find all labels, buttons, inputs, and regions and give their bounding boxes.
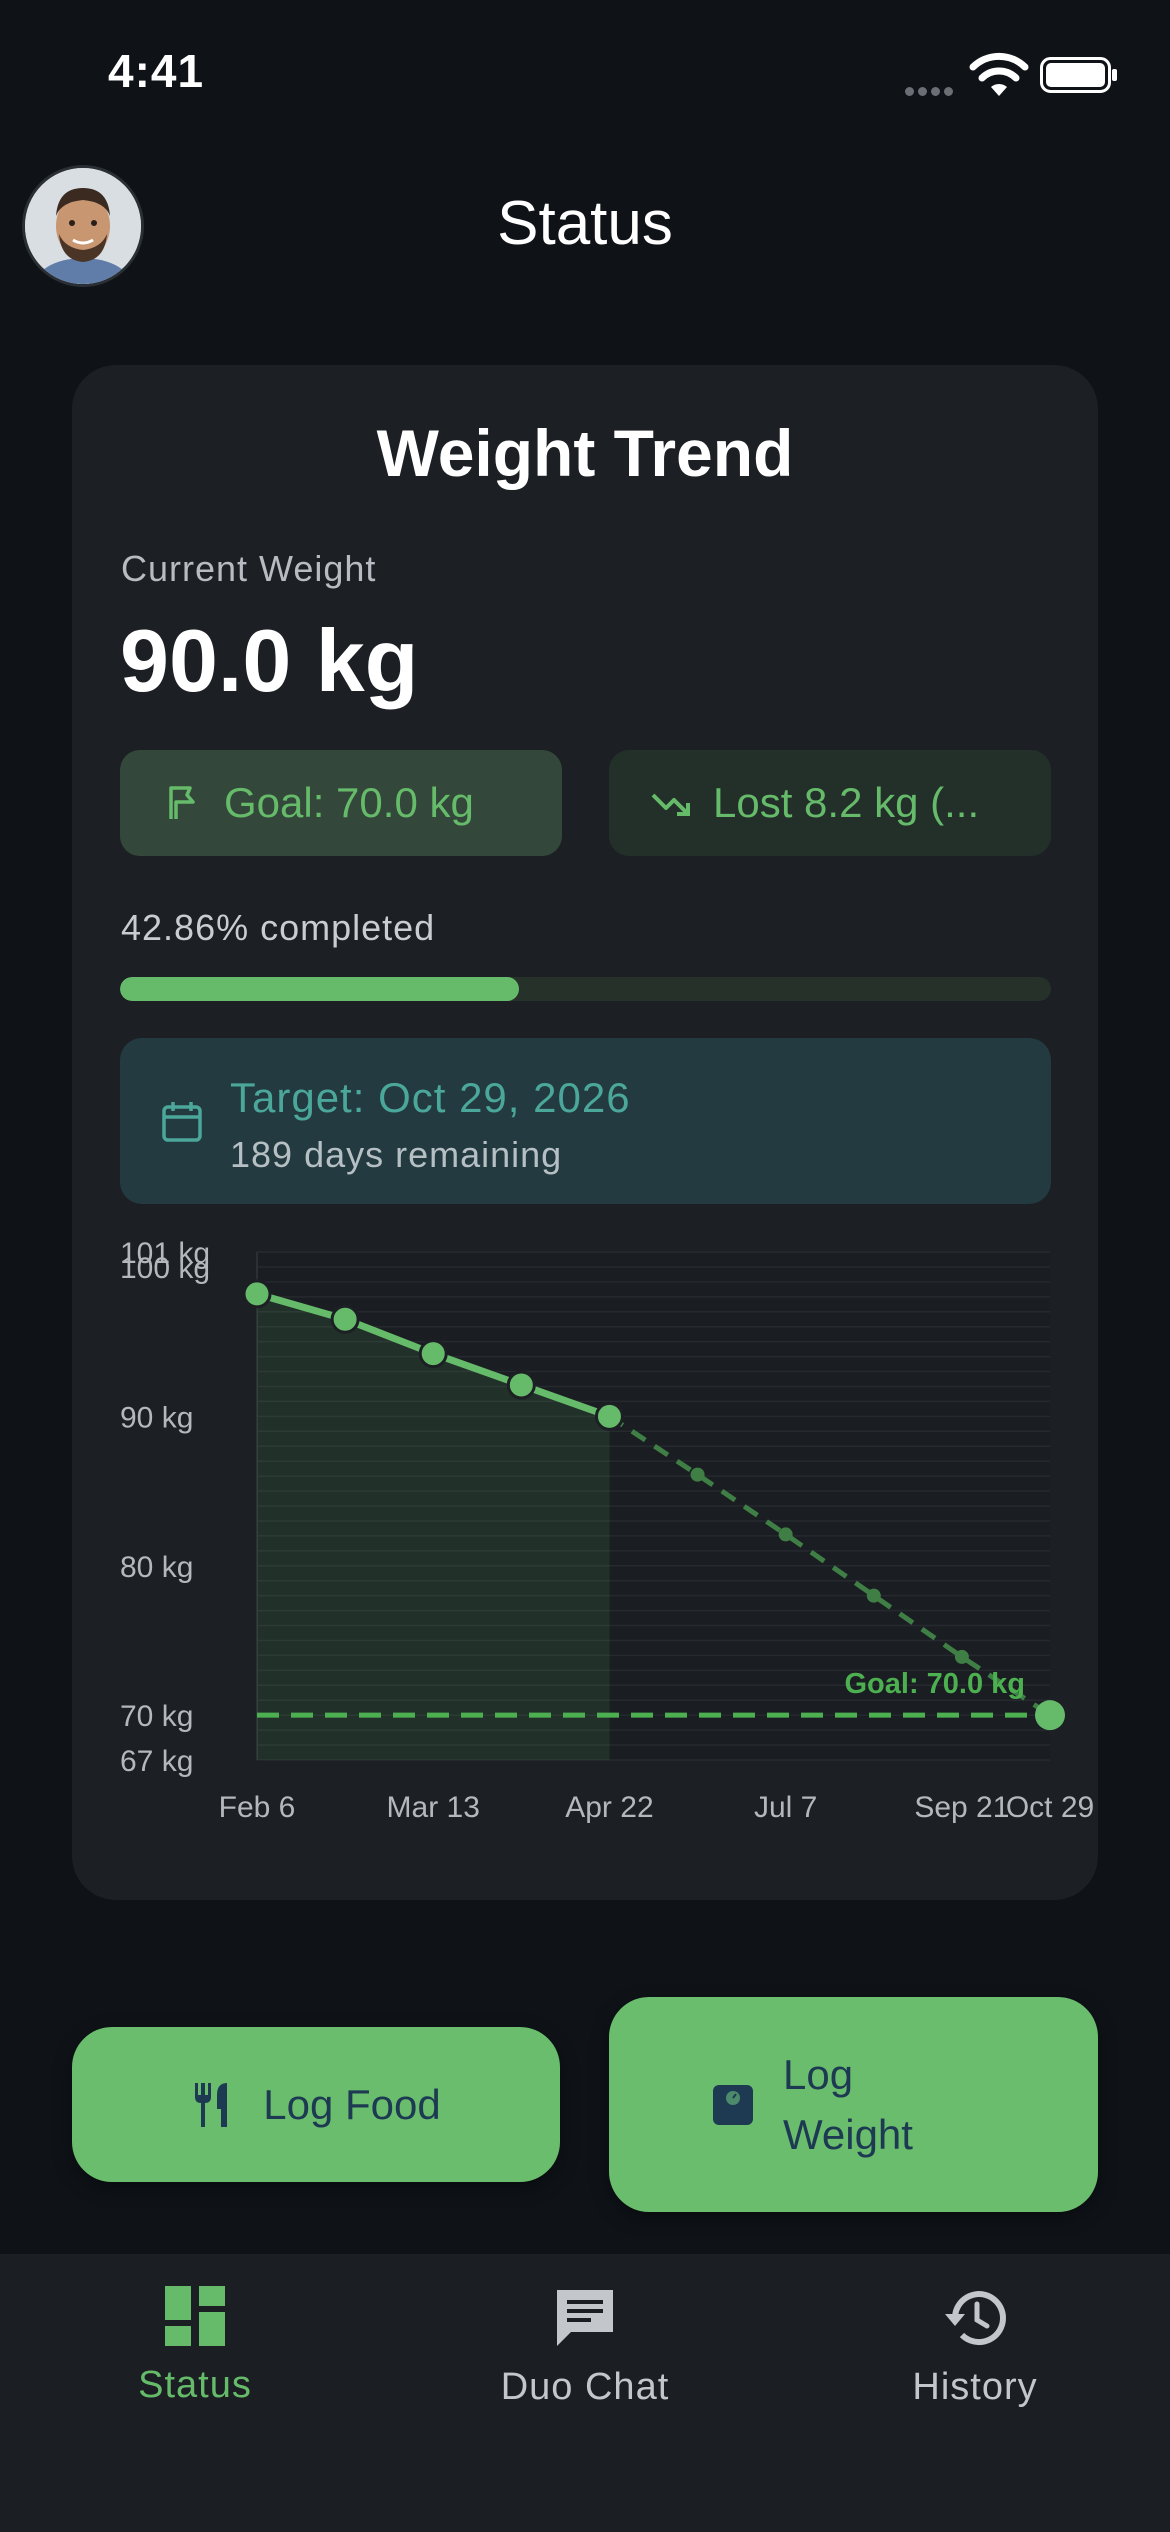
nav-item-status[interactable]: Status (45, 2284, 345, 2407)
current-weight-value: 90.0 kg (120, 611, 419, 710)
lost-chip-label: Lost 8.2 kg (... (713, 779, 980, 826)
progress-fill (120, 977, 520, 1001)
dashboard-icon (165, 2286, 225, 2346)
lost-chip[interactable]: Lost 8.2 kg (... (609, 750, 1051, 856)
weight-point (594, 1401, 624, 1431)
fork-knife-icon (195, 2082, 228, 2127)
goal-chip[interactable]: Goal: 70.0 kg (120, 750, 562, 856)
battery-icon (1040, 57, 1117, 93)
x-tick-label: Oct 29 (1006, 1791, 1094, 1824)
nav-item-history[interactable]: History (825, 2286, 1125, 2409)
clock: 4:41 (108, 45, 205, 97)
history-icon (945, 2291, 1006, 2346)
log-food-label: Log Food (263, 2080, 441, 2128)
flag-icon (169, 786, 195, 819)
y-tick-label: 90 kg (120, 1401, 193, 1434)
weight-trend-chart: Goal: 70.0 kg101 kg100 kg90 kg80 kg70 kg… (120, 1237, 1094, 1824)
trending-down-icon (651, 793, 690, 816)
projection-point (778, 1527, 793, 1542)
scale-icon (713, 2084, 753, 2125)
nav-label-duo-chat: Duo Chat (500, 2366, 670, 2408)
wifi-icon (969, 52, 1029, 96)
weight-point (418, 1339, 448, 1369)
y-tick-label: 67 kg (120, 1745, 193, 1778)
card-title: Weight Trend (376, 416, 794, 490)
y-tick-label: 100 kg (120, 1252, 210, 1285)
target-date-title: Target: Oct 29, 2026 (230, 1074, 631, 1121)
log-weight-button[interactable]: Log Weight (609, 1997, 1098, 2212)
x-tick-label: Sep 21 (914, 1791, 1009, 1824)
goal-line-label: Goal: 70.0 kg (844, 1668, 1025, 1700)
x-tick-label: Apr 22 (565, 1791, 653, 1824)
log-weight-label: Log Weight (783, 2050, 913, 2158)
goal-point (1035, 1700, 1065, 1731)
goal-chip-label: Goal: 70.0 kg (224, 779, 474, 826)
weight-point (330, 1304, 360, 1334)
calendar-icon (162, 1102, 202, 1142)
days-remaining-text: 189 days remaining (230, 1134, 563, 1175)
projection-point (866, 1588, 881, 1603)
weight-point (242, 1279, 272, 1309)
cellular-signal-icon (905, 83, 959, 96)
bottom-navigation: Status Duo Chat History (0, 2254, 1170, 2532)
weight-point (506, 1370, 536, 1400)
x-tick-label: Mar 13 (387, 1791, 480, 1824)
y-tick-label: 80 kg (120, 1551, 193, 1584)
progress-text: 42.86% completed (121, 907, 436, 948)
chat-icon (557, 2290, 613, 2346)
current-weight-label: Current Weight (121, 548, 377, 589)
goal-progress-bar (120, 977, 1051, 1001)
x-tick-label: Jul 7 (754, 1791, 817, 1824)
log-food-button[interactable]: Log Food (72, 2027, 560, 2182)
nav-item-duo-chat[interactable]: Duo Chat (435, 2286, 735, 2409)
weight-trend-card: Weight Trend Current Weight 90.0 kg Goal… (72, 365, 1098, 1900)
page-title: Status (497, 189, 673, 258)
status-bar: 4:41 (0, 0, 1170, 150)
y-tick-label: 70 kg (120, 1700, 193, 1733)
projection-point (690, 1467, 705, 1482)
projection-point (954, 1649, 969, 1664)
nav-label-status: Status (138, 2364, 252, 2406)
x-tick-label: Feb 6 (219, 1791, 296, 1824)
nav-label-history: History (912, 2366, 1038, 2408)
target-date-banner: Target: Oct 29, 2026 189 days remaining (120, 1038, 1051, 1204)
